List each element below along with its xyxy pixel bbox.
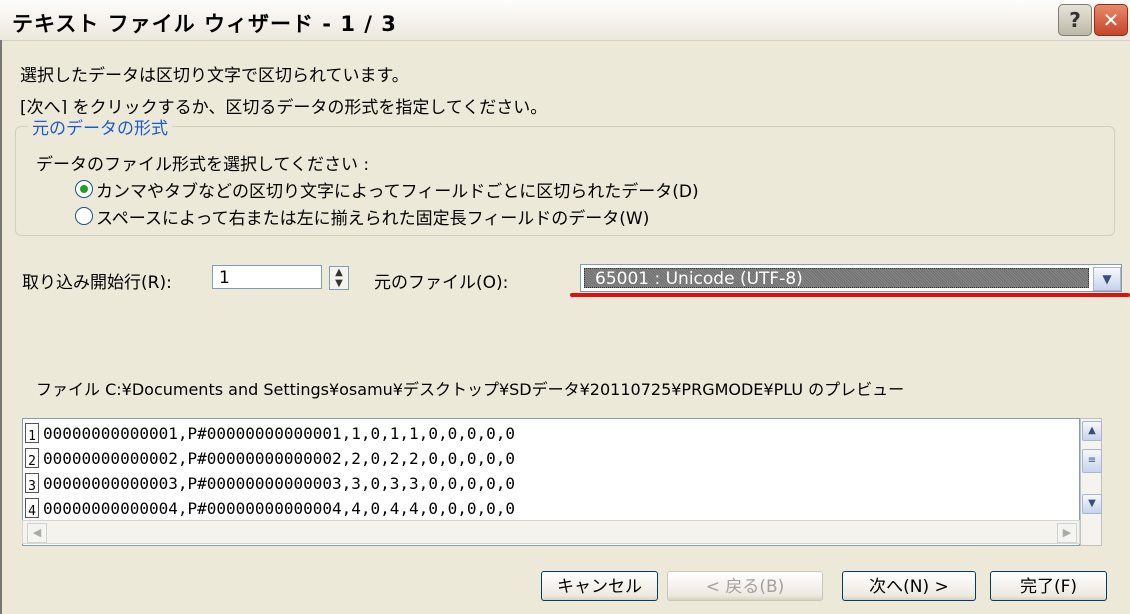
row-number: 2 bbox=[25, 448, 39, 469]
scroll-thumb[interactable]: ≡ bbox=[1082, 449, 1102, 473]
format-prompt: データのファイル形式を選択してください : bbox=[36, 155, 370, 175]
preview-row: 3 00000000000003,P#00000000000003,3,0,3,… bbox=[23, 471, 1078, 496]
radio-delimited[interactable] bbox=[75, 180, 93, 198]
vertical-scrollbar[interactable]: ▲ ≡ ▼ bbox=[1080, 418, 1102, 546]
start-row-label: 取り込み開始行(R): bbox=[22, 273, 172, 293]
scroll-up-icon[interactable]: ▲ bbox=[1082, 421, 1102, 441]
next-button[interactable]: 次へ(N) > bbox=[842, 571, 976, 601]
origin-selected-value[interactable]: 65001 : Unicode (UTF-8) bbox=[584, 268, 1089, 289]
row-number: 1 bbox=[25, 423, 39, 444]
horizontal-scrollbar[interactable]: ◀ ▶ bbox=[22, 520, 1080, 544]
chevron-down-icon[interactable]: ▼ bbox=[1093, 267, 1121, 291]
row-text: 00000000000001,P#00000000000001,1,0,1,1,… bbox=[43, 424, 516, 443]
preview-row: 1 00000000000001,P#00000000000001,1,0,1,… bbox=[23, 421, 1078, 446]
red-underline-annotation bbox=[570, 293, 1130, 297]
back-button[interactable]: < 戻る(B) bbox=[667, 571, 823, 601]
row-number: 3 bbox=[25, 473, 39, 494]
preview-label: ファイル C:¥Documents and Settings¥osamu¥デスク… bbox=[36, 380, 905, 399]
radio-fixed-width[interactable] bbox=[75, 207, 93, 225]
cancel-button[interactable]: キャンセル bbox=[541, 571, 658, 601]
row-number: 4 bbox=[25, 498, 39, 519]
preview-row: 2 00000000000002,P#00000000000002,2,0,2,… bbox=[23, 446, 1078, 471]
scroll-left-icon[interactable]: ◀ bbox=[27, 523, 47, 543]
window-title: テキスト ファイル ウィザード - 1 / 3 bbox=[12, 12, 397, 36]
row-text: 00000000000004,P#00000000000004,4,0,4,4,… bbox=[43, 499, 516, 518]
row-text: 00000000000002,P#00000000000002,2,0,2,2,… bbox=[43, 449, 516, 468]
close-icon[interactable]: ✕ bbox=[1094, 4, 1128, 36]
origin-select[interactable]: 65001 : Unicode (UTF-8) ▼ bbox=[580, 264, 1122, 292]
title-bar: テキスト ファイル ウィザード - 1 / 3 ? ✕ bbox=[0, 0, 1130, 41]
scroll-down-icon[interactable]: ▼ bbox=[1082, 494, 1102, 514]
intro-line-1: 選択したデータは区切り文字で区切られています。 bbox=[20, 66, 409, 86]
radio-fixed-width-label[interactable]: スペースによって右または左に揃えられた固定長フィールドのデータ(W) bbox=[96, 204, 649, 229]
finish-button[interactable]: 完了(F) bbox=[990, 571, 1107, 601]
preview-row: 4 00000000000004,P#00000000000004,4,0,4,… bbox=[23, 496, 1078, 521]
group-legend: 元のデータの形式 bbox=[28, 114, 172, 139]
radio-delimited-label[interactable]: カンマやタブなどの区切り文字によってフィールドごとに区切られたデータ(D) bbox=[96, 177, 699, 202]
spinner-icon[interactable]: ▲ ▼ bbox=[329, 266, 349, 290]
origin-label: 元のファイル(O): bbox=[374, 273, 509, 293]
window-left-edge bbox=[0, 40, 2, 614]
scroll-right-icon[interactable]: ▶ bbox=[1057, 523, 1077, 543]
help-icon[interactable]: ? bbox=[1058, 4, 1092, 36]
row-text: 00000000000003,P#00000000000003,3,0,3,3,… bbox=[43, 474, 516, 493]
start-row-input[interactable]: 1 bbox=[212, 265, 322, 289]
